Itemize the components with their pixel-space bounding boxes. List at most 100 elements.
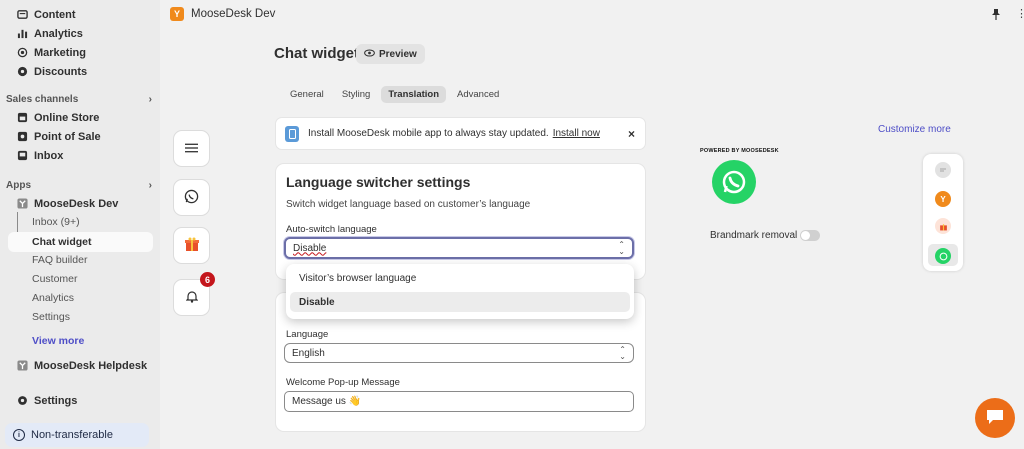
welcome-message-label: Welcome Pop-up Message bbox=[286, 377, 400, 388]
chevron-right-icon: › bbox=[148, 94, 152, 105]
close-icon[interactable]: × bbox=[628, 127, 635, 141]
preview-button[interactable]: Preview bbox=[356, 44, 425, 64]
auto-switch-select[interactable]: Disable ⌃ ⌄ bbox=[284, 237, 634, 259]
sidebar-item-inbox[interactable]: Inbox bbox=[0, 146, 158, 165]
pos-icon bbox=[16, 131, 28, 143]
app-title: MooseDesk Dev bbox=[191, 8, 276, 20]
tab-styling[interactable]: Styling bbox=[335, 86, 378, 103]
select-chevron-icon: ⌃ ⌄ bbox=[619, 345, 626, 361]
eye-icon bbox=[364, 48, 375, 60]
bar-chart-icon bbox=[16, 28, 28, 40]
sidebar-item-label: Online Store bbox=[34, 111, 100, 124]
chevron-right-icon: › bbox=[148, 180, 152, 191]
non-transferable-badge[interactable]: i Non-transferable bbox=[5, 423, 149, 447]
sidebar-item-moosedesk-helpdesk[interactable]: MooseDesk Helpdesk bbox=[0, 356, 158, 375]
sidebar-item-point-of-sale[interactable]: Point of Sale bbox=[0, 127, 158, 146]
preview-label: Preview bbox=[379, 48, 417, 60]
select-chevron-icon: ⌃ ⌄ bbox=[618, 240, 625, 256]
customize-more-link[interactable]: Customize more bbox=[878, 124, 951, 135]
content-icon bbox=[16, 9, 28, 21]
brandmark-removal-label: Brandmark removal bbox=[710, 230, 798, 241]
sidebar-item-label: MooseDesk Dev bbox=[34, 197, 119, 210]
app-topbar: Y MooseDesk Dev bbox=[160, 0, 1024, 28]
non-transferable-label: Non-transferable bbox=[31, 429, 113, 441]
gear-icon bbox=[16, 395, 28, 407]
chat-bubble-icon[interactable] bbox=[935, 162, 951, 178]
language-value: English bbox=[292, 347, 325, 359]
sidebar-item-marketing[interactable]: Marketing bbox=[0, 43, 158, 62]
view-more-link[interactable]: View more bbox=[32, 332, 84, 350]
page-title: Chat widget bbox=[274, 45, 359, 62]
card-description: Switch widget language based on customer… bbox=[286, 199, 531, 210]
moose-app-icon bbox=[16, 360, 28, 372]
inbox-icon bbox=[16, 150, 28, 162]
auto-switch-value: Disable bbox=[293, 242, 327, 254]
info-icon: i bbox=[13, 429, 25, 441]
sidebar-item-discounts[interactable]: Discounts bbox=[0, 62, 158, 81]
sidebar-item-online-store[interactable]: Online Store bbox=[0, 108, 158, 127]
moosedesk-logo-icon: Y bbox=[170, 7, 184, 21]
auto-switch-dropdown: Visitor’s browser language Disable bbox=[286, 264, 634, 319]
apps-header[interactable]: Apps › bbox=[6, 180, 152, 191]
sidebar-item-moosedesk-dev[interactable]: MooseDesk Dev bbox=[0, 194, 158, 213]
moosedesk-icon[interactable]: Y bbox=[935, 191, 951, 207]
banner-text: Install MooseDesk mobile app to always s… bbox=[308, 128, 549, 139]
language-label: Language bbox=[286, 329, 329, 340]
sidebar-item-settings[interactable]: Settings bbox=[0, 391, 158, 410]
powered-by-label: POWERED BY MOOSEDESK bbox=[700, 148, 779, 154]
sales-channels-header[interactable]: Sales channels › bbox=[6, 94, 152, 105]
moose-app-icon bbox=[16, 198, 28, 210]
install-now-link[interactable]: Install now bbox=[553, 128, 600, 139]
gift-button[interactable] bbox=[173, 227, 210, 264]
sidebar-item-label: Point of Sale bbox=[34, 130, 101, 143]
language-select[interactable]: English ⌃ ⌄ bbox=[284, 343, 634, 363]
target-icon bbox=[16, 47, 28, 59]
tab-translation[interactable]: Translation bbox=[381, 86, 447, 103]
sidebar-item-label: MooseDesk Helpdesk bbox=[34, 359, 148, 372]
sidebar-item-content[interactable]: Content bbox=[0, 5, 158, 24]
pin-icon[interactable] bbox=[991, 9, 1001, 23]
sidebar-item-label: Discounts bbox=[34, 65, 88, 78]
whatsapp-outline-icon bbox=[184, 189, 199, 207]
sidebar: Content Analytics Marketing Discounts Sa… bbox=[0, 0, 160, 449]
menu-button[interactable] bbox=[173, 130, 210, 167]
notification-badge: 6 bbox=[200, 272, 215, 287]
option-browser-language[interactable]: Visitor’s browser language bbox=[290, 268, 630, 288]
brandmark-toggle[interactable] bbox=[800, 230, 821, 241]
option-disable[interactable]: Disable bbox=[290, 292, 630, 312]
notifications-button[interactable]: 6 bbox=[173, 272, 215, 316]
sidebar-item-label: Settings bbox=[34, 394, 78, 407]
whatsapp-button[interactable] bbox=[173, 179, 210, 216]
whatsapp-small-icon[interactable] bbox=[935, 248, 951, 264]
option-label: Disable bbox=[299, 296, 335, 308]
section-label: Apps bbox=[6, 180, 31, 191]
sidebar-item-label: Analytics bbox=[34, 27, 83, 40]
sidebar-subitem-chat-widget[interactable]: Chat widget bbox=[32, 233, 92, 251]
sidebar-item-label: Inbox bbox=[34, 149, 64, 162]
install-app-banner: Install MooseDesk mobile app to always s… bbox=[275, 117, 646, 150]
sidebar-subitem-inbox[interactable]: Inbox (9+) bbox=[32, 213, 80, 231]
chat-launcher-button[interactable] bbox=[975, 398, 1015, 438]
store-icon bbox=[16, 112, 28, 124]
sidebar-subitem-analytics[interactable]: Analytics bbox=[32, 289, 74, 307]
sidebar-item-label: Content bbox=[34, 8, 76, 21]
language-switcher-card: Language switcher settings Switch widget… bbox=[275, 163, 646, 280]
tab-advanced[interactable]: Advanced bbox=[450, 86, 506, 103]
sidebar-subitem-customer[interactable]: Customer bbox=[32, 270, 78, 288]
widget-preview-panel: Y bbox=[923, 154, 963, 271]
tab-general[interactable]: General bbox=[283, 86, 331, 103]
tab-bar: General Styling Translation Advanced bbox=[283, 86, 506, 103]
sidebar-subitem-faq-builder[interactable]: FAQ builder bbox=[32, 251, 87, 269]
whatsapp-icon bbox=[712, 160, 756, 204]
section-label: Sales channels bbox=[6, 94, 79, 105]
bell-icon bbox=[185, 290, 198, 306]
sidebar-item-label: Marketing bbox=[34, 46, 86, 59]
gift-icon[interactable] bbox=[935, 218, 951, 234]
card-title: Language switcher settings bbox=[286, 174, 471, 190]
welcome-message-value: Message us 👋 bbox=[292, 396, 362, 407]
welcome-message-input[interactable]: Message us 👋 bbox=[284, 391, 634, 412]
sidebar-subitem-settings[interactable]: Settings bbox=[32, 308, 70, 326]
sidebar-item-analytics[interactable]: Analytics bbox=[0, 24, 158, 43]
chat-icon bbox=[985, 408, 1005, 429]
more-options-icon[interactable]: ⋮ bbox=[1016, 7, 1024, 20]
